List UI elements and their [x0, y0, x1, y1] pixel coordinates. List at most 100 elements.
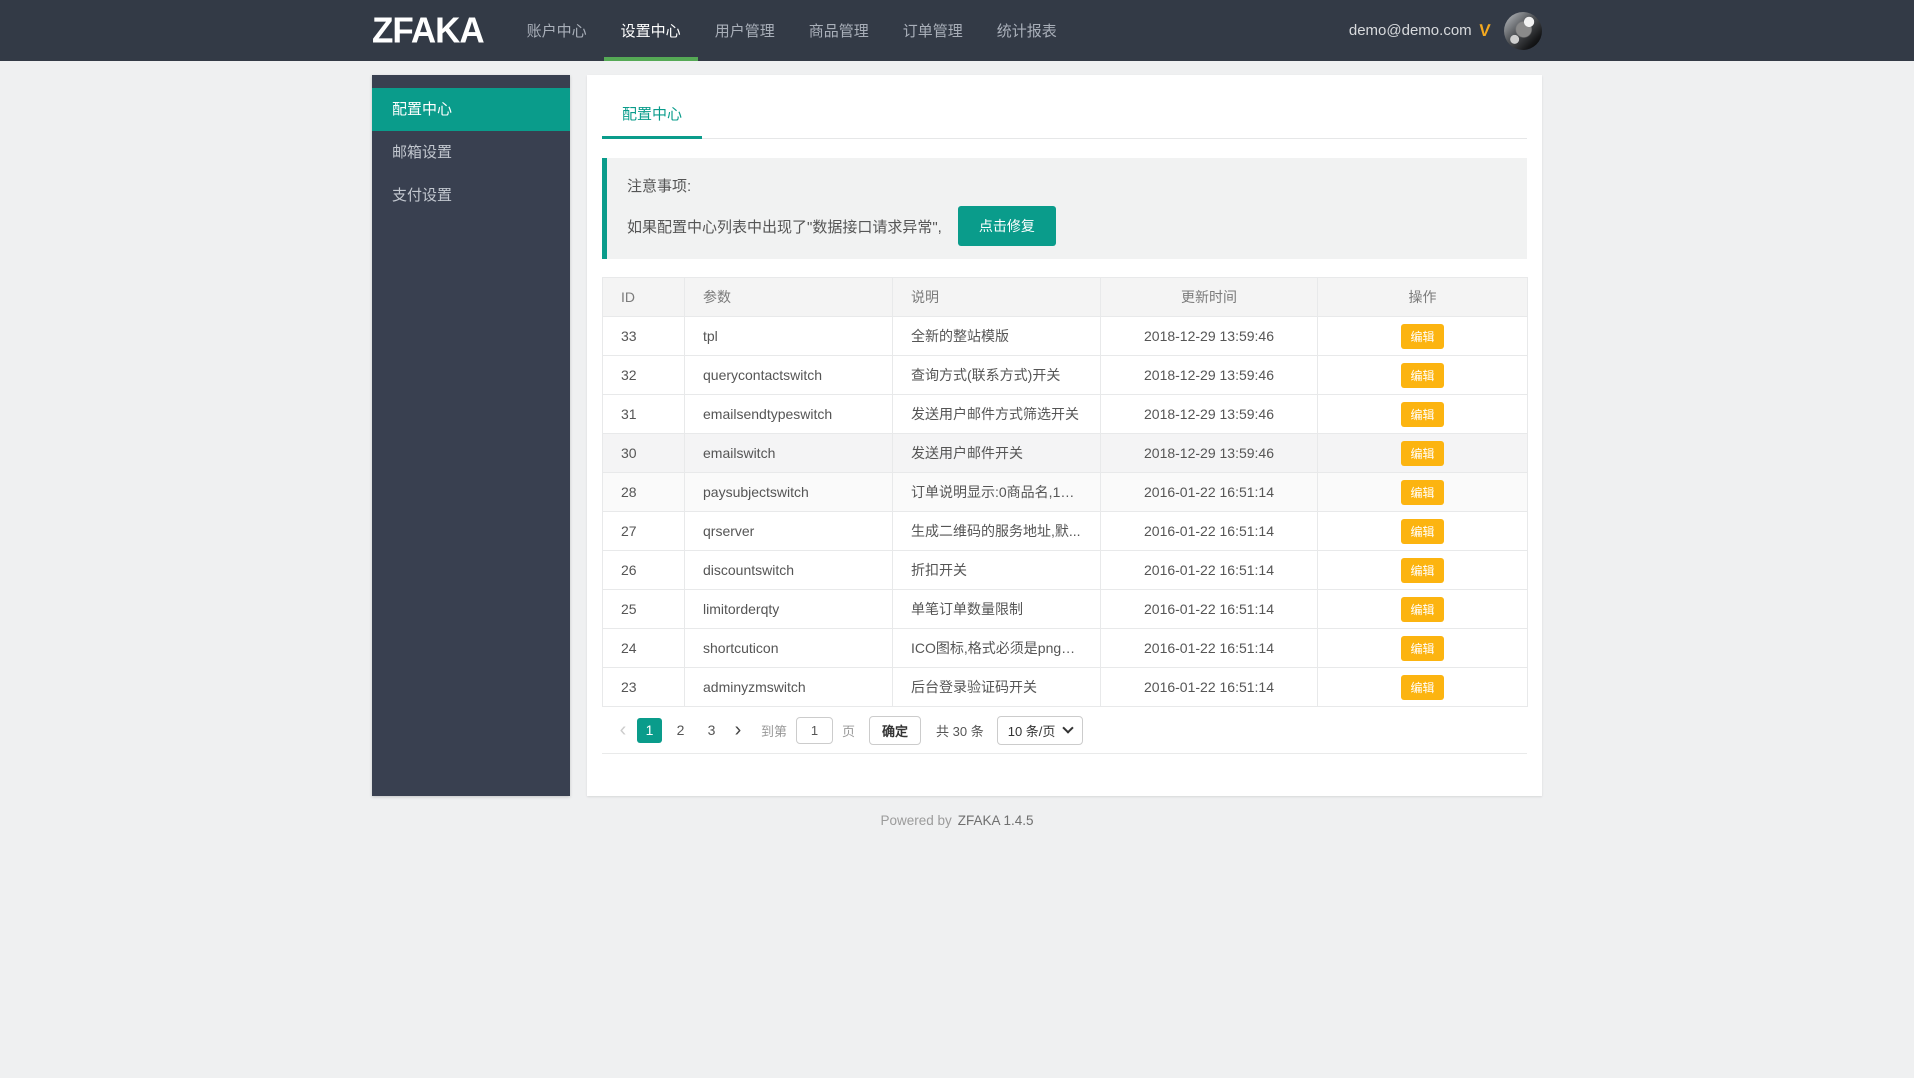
cell-time: 2016-01-22 16:51:14 [1101, 668, 1318, 707]
cell-id: 25 [603, 590, 685, 629]
cell-actions: 编辑 [1318, 551, 1528, 590]
page-suffix-label: 页 [842, 721, 855, 740]
cell-time: 2016-01-22 16:51:14 [1101, 590, 1318, 629]
goto-page-input[interactable] [796, 717, 833, 744]
table-header-row: ID 参数 说明 更新时间 操作 [603, 278, 1528, 317]
cell-time: 2016-01-22 16:51:14 [1101, 551, 1318, 590]
page-number-2[interactable]: 2 [668, 718, 693, 743]
config-table-body: 33tpl全新的整站模版2018-12-29 13:59:46编辑32query… [603, 317, 1528, 707]
edit-button[interactable]: 编辑 [1401, 519, 1443, 544]
avatar[interactable] [1504, 12, 1542, 50]
user-email: demo@demo.com [1349, 22, 1472, 39]
table-row: 30emailswitch发送用户邮件开关2018-12-29 13:59:46… [603, 434, 1528, 473]
total-count-label: 共 30 条 [936, 721, 984, 740]
edit-button[interactable]: 编辑 [1401, 441, 1443, 466]
nav-item-订单管理[interactable]: 订单管理 [886, 0, 980, 61]
cell-param: tpl [685, 317, 893, 356]
user-dropdown-caret-icon: V [1478, 21, 1491, 41]
table-row: 27qrserver生成二维码的服务地址,默...2016-01-22 16:5… [603, 512, 1528, 551]
header-time: 更新时间 [1101, 278, 1318, 317]
sidebar-item-支付设置[interactable]: 支付设置 [372, 174, 570, 217]
edit-button[interactable]: 编辑 [1401, 597, 1443, 622]
page-size-select[interactable]: 10 条/页 [997, 716, 1084, 745]
cell-actions: 编辑 [1318, 512, 1528, 551]
notice-title: 注意事项: [627, 175, 1507, 196]
cell-desc: 订单说明显示:0商品名,1订... [893, 473, 1101, 512]
cell-param: discountswitch [685, 551, 893, 590]
cell-param: paysubjectswitch [685, 473, 893, 512]
table-row: 28paysubjectswitch订单说明显示:0商品名,1订...2016-… [603, 473, 1528, 512]
footer: Powered byZFAKA 1.4.5 [372, 813, 1542, 828]
fix-button[interactable]: 点击修复 [958, 206, 1056, 246]
sidebar-item-邮箱设置[interactable]: 邮箱设置 [372, 131, 570, 174]
edit-button[interactable]: 编辑 [1401, 402, 1443, 427]
edit-button[interactable]: 编辑 [1401, 363, 1443, 388]
page-number-1[interactable]: 1 [637, 718, 662, 743]
cell-param: shortcuticon [685, 629, 893, 668]
top-navbar: ZFAKA 账户中心设置中心用户管理商品管理订单管理统计报表 demo@demo… [0, 0, 1914, 61]
cell-actions: 编辑 [1318, 590, 1528, 629]
cell-id: 26 [603, 551, 685, 590]
content-card: 配置中心 注意事项: 如果配置中心列表中出现了"数据接口请求异常", 点击修复 … [587, 75, 1542, 796]
pagination: ‹ 123 › 到第 页 确定 共 30 条 10 条/页 [602, 707, 1527, 754]
page-number-3[interactable]: 3 [699, 718, 724, 743]
cell-id: 31 [603, 395, 685, 434]
nav-item-设置中心[interactable]: 设置中心 [604, 0, 698, 61]
cell-desc: 折扣开关 [893, 551, 1101, 590]
header-desc: 说明 [893, 278, 1101, 317]
cell-actions: 编辑 [1318, 434, 1528, 473]
cell-desc: 生成二维码的服务地址,默... [893, 512, 1101, 551]
cell-actions: 编辑 [1318, 668, 1528, 707]
nav-item-商品管理[interactable]: 商品管理 [792, 0, 886, 61]
table-row: 33tpl全新的整站模版2018-12-29 13:59:46 编辑 [603, 317, 1528, 356]
cell-desc: 单笔订单数量限制 [893, 590, 1101, 629]
cell-time: 2018-12-29 13:59:46 [1101, 317, 1318, 356]
cell-actions: 编辑 [1318, 473, 1528, 512]
table-row: 32querycontactswitch查询方式(联系方式)开关2018-12-… [603, 356, 1528, 395]
header-id: ID [603, 278, 685, 317]
edit-button[interactable]: 编辑 [1401, 636, 1443, 661]
brand-logo[interactable]: ZFAKA [372, 0, 484, 62]
cell-id: 23 [603, 668, 685, 707]
brand-version-link[interactable]: ZFAKA 1.4.5 [958, 813, 1034, 828]
table-row: 31emailsendtypeswitch发送用户邮件方式筛选开关2018-12… [603, 395, 1528, 434]
tab-config-center[interactable]: 配置中心 [602, 90, 702, 139]
page-prev-icon[interactable]: ‹ [612, 719, 634, 741]
edit-button[interactable]: 编辑 [1401, 324, 1443, 349]
cell-id: 32 [603, 356, 685, 395]
cell-actions: 编辑 [1318, 356, 1528, 395]
cell-desc: 后台登录验证码开关 [893, 668, 1101, 707]
nav-item-账户中心[interactable]: 账户中心 [510, 0, 604, 61]
cell-time: 2018-12-29 13:59:46 [1101, 434, 1318, 473]
header-actions: 操作 [1318, 278, 1528, 317]
cell-id: 24 [603, 629, 685, 668]
cell-param: limitorderqty [685, 590, 893, 629]
edit-button[interactable]: 编辑 [1401, 480, 1443, 505]
cell-actions: 编辑 [1318, 317, 1528, 356]
edit-button[interactable]: 编辑 [1401, 675, 1443, 700]
edit-button[interactable]: 编辑 [1401, 558, 1443, 583]
goto-label: 到第 [761, 721, 787, 740]
sidebar-item-配置中心[interactable]: 配置中心 [372, 88, 570, 131]
config-table: ID 参数 说明 更新时间 操作 33tpl全新的整站模版2018-12-29 … [602, 277, 1528, 707]
sidebar: 配置中心邮箱设置支付设置 [372, 75, 570, 796]
cell-id: 28 [603, 473, 685, 512]
cell-desc: 全新的整站模版 [893, 317, 1101, 356]
nav-item-用户管理[interactable]: 用户管理 [698, 0, 792, 61]
cell-id: 33 [603, 317, 685, 356]
cell-desc: 发送用户邮件开关 [893, 434, 1101, 473]
user-menu[interactable]: demo@demo.com V [1349, 12, 1542, 50]
cell-desc: 发送用户邮件方式筛选开关 [893, 395, 1101, 434]
cell-time: 2016-01-22 16:51:14 [1101, 473, 1318, 512]
cell-param: querycontactswitch [685, 356, 893, 395]
cell-time: 2018-12-29 13:59:46 [1101, 356, 1318, 395]
page-next-icon[interactable]: › [727, 719, 749, 741]
cell-param: emailsendtypeswitch [685, 395, 893, 434]
cell-param: adminyzmswitch [685, 668, 893, 707]
tab-bar: 配置中心 [602, 90, 1527, 139]
cell-time: 2018-12-29 13:59:46 [1101, 395, 1318, 434]
table-row: 26discountswitch折扣开关2016-01-22 16:51:14 编… [603, 551, 1528, 590]
goto-confirm-button[interactable]: 确定 [869, 716, 921, 745]
nav-item-统计报表[interactable]: 统计报表 [980, 0, 1074, 61]
notice-box: 注意事项: 如果配置中心列表中出现了"数据接口请求异常", 点击修复 [602, 158, 1527, 259]
